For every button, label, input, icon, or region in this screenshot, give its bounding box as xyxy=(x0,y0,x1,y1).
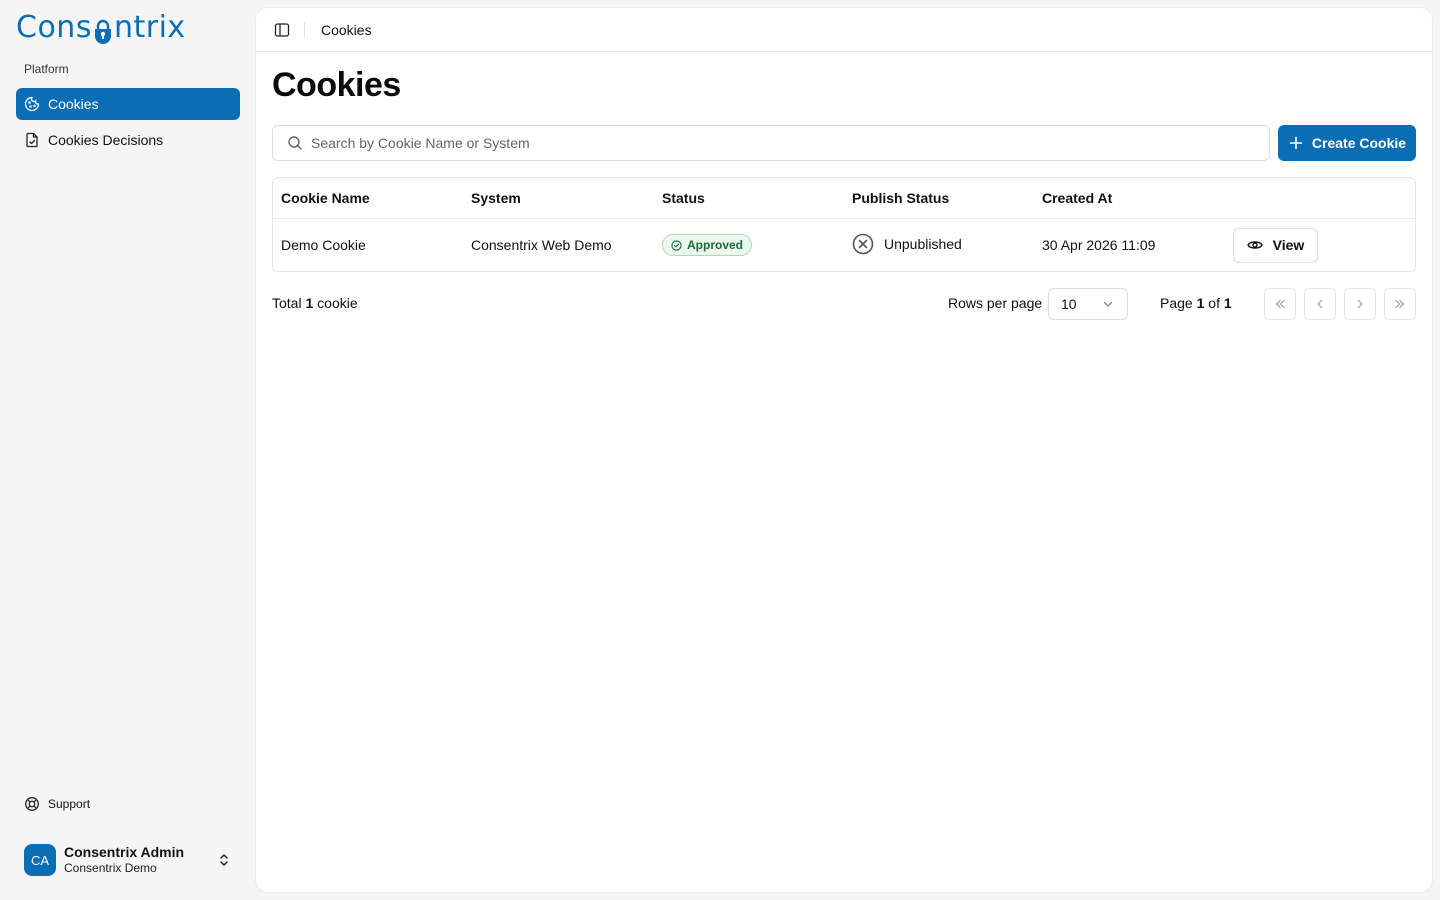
current-page: 1 xyxy=(1196,295,1205,311)
total-prefix: Total xyxy=(272,295,302,311)
cookies-table: Cookie Name System Status Publish Status… xyxy=(272,177,1416,272)
view-button[interactable]: View xyxy=(1233,227,1318,263)
page-of: of xyxy=(1208,295,1220,311)
status-badge: Approved xyxy=(662,234,753,256)
total-number: 1 xyxy=(305,295,314,311)
total-count: Total 1 cookie xyxy=(272,295,358,311)
view-button-label: View xyxy=(1272,237,1305,253)
table-header: Cookie Name System Status Publish Status… xyxy=(273,178,1415,219)
cell-status: Approved xyxy=(654,234,844,256)
column-header-publish-status: Publish Status xyxy=(852,190,950,206)
plus-icon xyxy=(1288,135,1304,151)
support-label: Support xyxy=(48,797,91,811)
topbar-divider xyxy=(304,21,305,38)
total-suffix: cookie xyxy=(317,295,358,311)
status-badge-label: Approved xyxy=(687,238,744,252)
previous-page-button[interactable] xyxy=(1304,288,1336,320)
search-field[interactable] xyxy=(272,125,1270,161)
user-menu[interactable]: CA Consentrix Admin Consentrix Demo xyxy=(16,836,240,884)
last-page-button[interactable] xyxy=(1384,288,1416,320)
search-input[interactable] xyxy=(311,135,1251,151)
next-page-button[interactable] xyxy=(1344,288,1376,320)
sidebar-item-cookies[interactable]: Cookies xyxy=(16,88,240,120)
logo-text-start: Cons xyxy=(16,10,92,45)
avatar: CA xyxy=(24,844,56,876)
chevrons-right-icon xyxy=(1395,299,1405,309)
sidebar-toggle-icon[interactable] xyxy=(274,22,290,38)
first-page-button[interactable] xyxy=(1264,288,1296,320)
check-circle-icon xyxy=(671,239,682,251)
cell-created-at: 30 Apr 2026 11:09 xyxy=(1042,237,1156,253)
rows-per-page-label: Rows per page xyxy=(948,295,1043,311)
support-link[interactable]: Support xyxy=(24,796,90,812)
consentrix-logo[interactable]: Cons ntrix xyxy=(16,10,186,46)
table-row: Demo Cookie Consentrix Web Demo Approved xyxy=(273,219,1415,271)
eye-icon xyxy=(1246,237,1263,253)
sidebar-section-label: Platform xyxy=(24,62,69,76)
column-header-cookie-name: Cookie Name xyxy=(281,190,370,206)
logo-text-end: ntrix xyxy=(113,10,186,45)
sidebar-item-label: Cookies xyxy=(48,96,99,112)
chevrons-left-icon xyxy=(1275,299,1285,309)
rows-per-page-select[interactable]: 10 xyxy=(1048,288,1128,320)
column-header-status: Status xyxy=(662,190,705,206)
cell-cookie-name: Demo Cookie xyxy=(281,237,366,253)
life-buoy-icon xyxy=(24,796,40,812)
sidebar-item-label: Cookies Decisions xyxy=(48,132,164,148)
cell-publish-status: Unpublished xyxy=(844,233,1034,258)
page-title: Cookies xyxy=(272,66,401,104)
rows-per-page-value: 10 xyxy=(1061,296,1077,312)
create-cookie-label: Create Cookie xyxy=(1311,135,1407,151)
sidebar-item-cookies-decisions[interactable]: Cookies Decisions xyxy=(16,124,240,156)
chevrons-up-down-icon xyxy=(216,852,232,868)
cell-actions: View xyxy=(1225,227,1415,263)
chevron-right-icon xyxy=(1357,299,1363,309)
publish-status-label: Unpublished xyxy=(884,235,962,252)
cell-system: Consentrix Web Demo xyxy=(471,237,612,253)
main-panel: Cookies Cookies Create Cookie Cookie Nam… xyxy=(256,8,1432,892)
breadcrumb: Cookies xyxy=(321,21,372,38)
cookie-icon xyxy=(24,96,40,112)
page-indicator: Page 1 of 1 xyxy=(1160,295,1232,311)
file-check-icon xyxy=(24,132,40,148)
create-cookie-button[interactable]: Create Cookie xyxy=(1278,125,1416,161)
column-header-system: System xyxy=(471,190,521,206)
column-header-created-at: Created At xyxy=(1042,190,1113,206)
total-pages: 1 xyxy=(1223,295,1232,311)
search-icon xyxy=(287,135,303,151)
top-bar: Cookies xyxy=(256,8,1432,52)
page-prefix: Page xyxy=(1160,295,1193,311)
sidebar: Cons ntrix Platform Cookies Cookies Deci… xyxy=(0,0,256,900)
user-name: Consentrix Admin xyxy=(64,843,185,860)
chevron-down-icon xyxy=(1101,297,1115,311)
user-org: Consentrix Demo xyxy=(64,861,157,876)
x-circle-icon xyxy=(852,233,874,255)
chevron-left-icon xyxy=(1317,299,1323,309)
logo-lock-icon xyxy=(93,17,113,44)
